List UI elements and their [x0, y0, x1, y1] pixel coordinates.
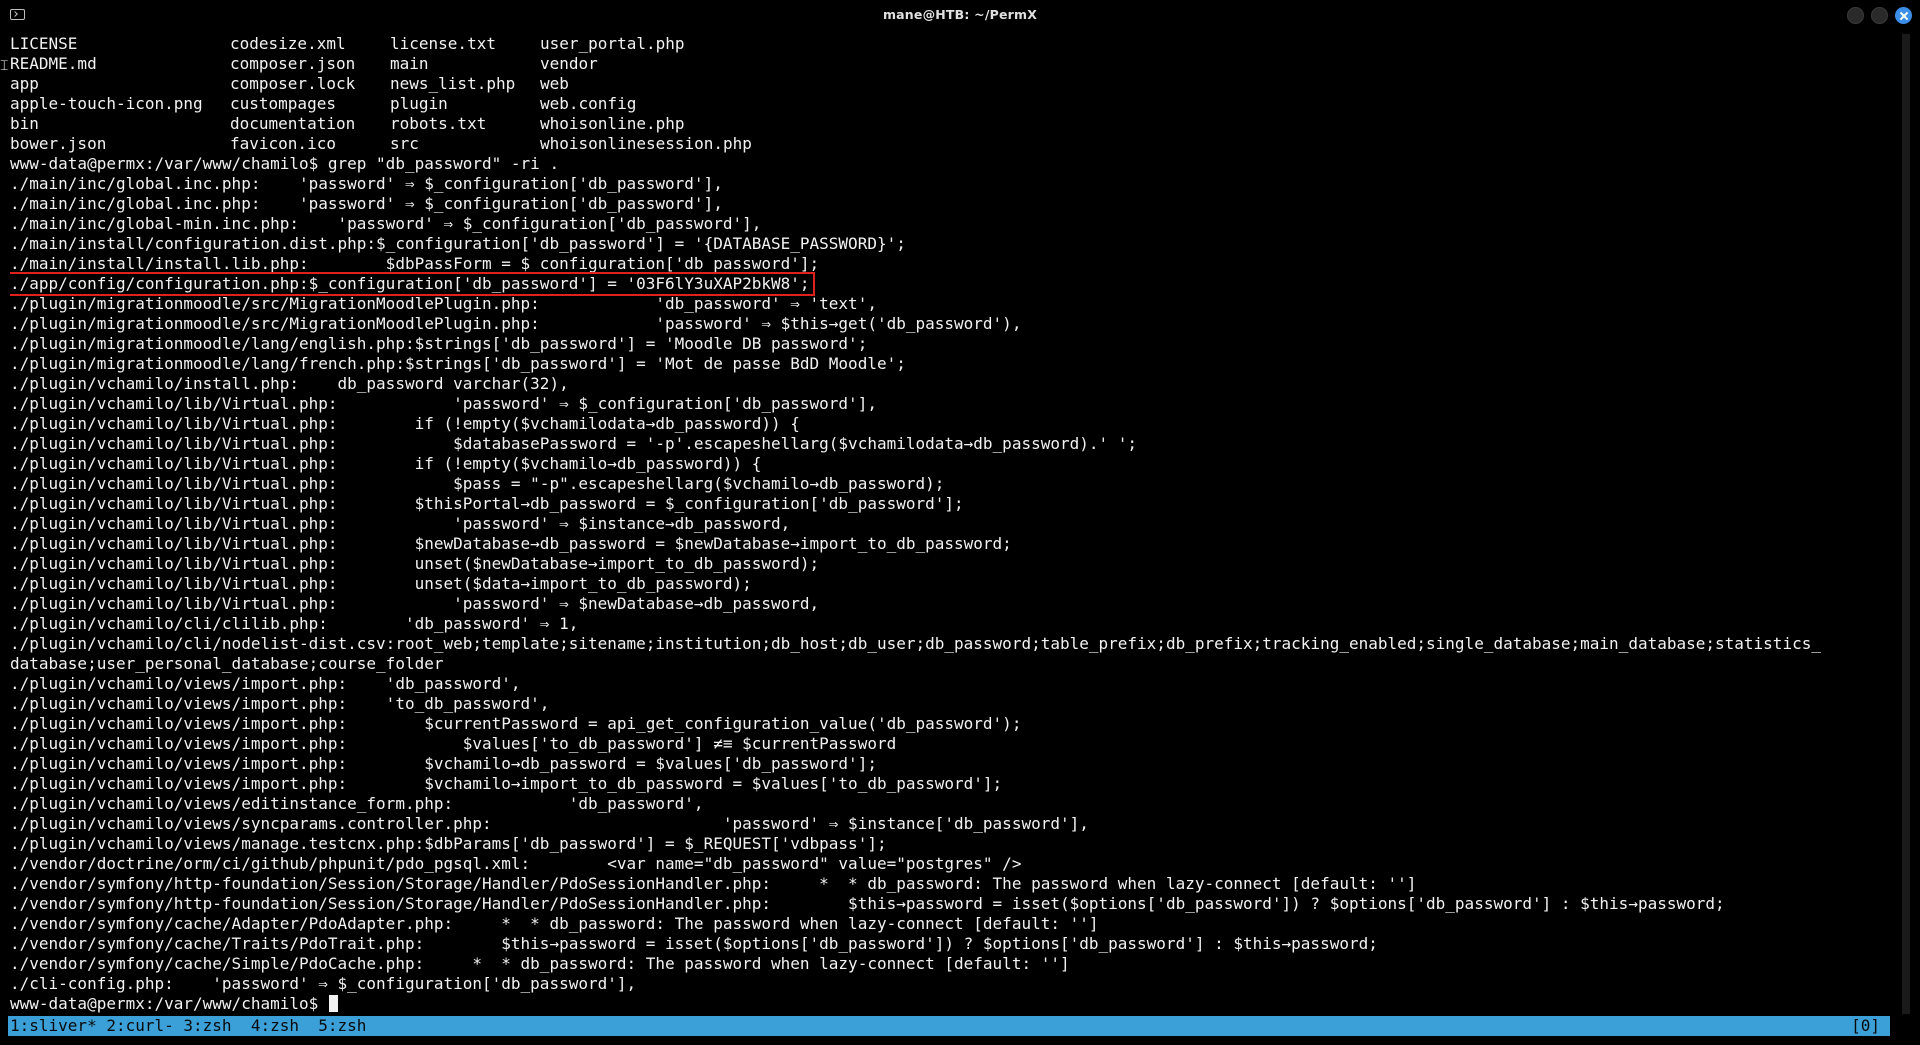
ls-entry: bin [10, 114, 39, 133]
grep-result-line: ./plugin/migrationmoodle/src/MigrationMo… [10, 314, 1022, 333]
ls-entry: LICENSE [10, 34, 78, 53]
grep-result-line: ./plugin/vchamilo/lib/Virtual.php: $this… [10, 494, 964, 513]
grep-result-line: ./plugin/vchamilo/views/import.php: 'to_… [10, 694, 550, 713]
ls-entry: composer.lock [230, 74, 356, 93]
terminal-window: mane@HTB: ~/PermX LICENSE codesize.xml lic… [0, 0, 1920, 1045]
scrollbar[interactable] [1902, 34, 1910, 1014]
close-button[interactable] [1895, 7, 1912, 24]
grep-result-line: ./main/inc/global.inc.php: 'password' ⇒ … [10, 194, 723, 213]
grep-result-line: ./vendor/symfony/http-foundation/Session… [10, 874, 1417, 893]
ls-row: apple-touch-icon.png custompages plugin web… [10, 94, 1890, 114]
grep-result-line: ./plugin/vchamilo/lib/Virtual.php: $data… [10, 434, 1138, 453]
ls-entry: whoisonlinesession.php [540, 134, 752, 153]
mouse-cursor-icon: ⌶ [0, 58, 9, 74]
window-title: mane@HTB: ~/PermX [882, 7, 1038, 22]
maximize-button[interactable] [1871, 7, 1888, 24]
ls-entry: license.txt [390, 34, 496, 53]
highlighted-result-line: ./app/config/configuration.php:$_configu… [10, 272, 1890, 296]
text-cursor [328, 995, 338, 1012]
grep-result-line: ./vendor/doctrine/orm/ci/github/phpunit/… [10, 854, 1022, 873]
ls-entry: robots.txt [390, 114, 487, 133]
ls-entry: app [10, 74, 39, 93]
tmux-status-bar[interactable]: 1:sliver* 2:curl- 3:zsh 4:zsh 5:zsh [0] [8, 1016, 1890, 1036]
grep-result-line: ./cli-config.php: 'password' ⇒ $_configu… [10, 974, 637, 993]
ls-entry: favicon.ico [230, 134, 336, 153]
ls-entry: user_portal.php [540, 34, 685, 53]
grep-result-line: ./plugin/vchamilo/lib/Virtual.php: if (!… [10, 414, 800, 433]
ls-row: bower.json favicon.ico src whoisonlinesessi… [10, 134, 1890, 154]
grep-result-line: ./vendor/symfony/http-foundation/Session… [10, 894, 1725, 913]
ls-entry: plugin [390, 94, 448, 113]
ls-entry: custompages [230, 94, 336, 113]
ls-output: LICENSE codesize.xml license.txt user_porta… [10, 34, 1890, 154]
password-highlight-box: ./app/config/configuration.php:$_configu… [10, 272, 815, 296]
tmux-window-list[interactable]: 1:sliver* 2:curl- 3:zsh 4:zsh 5:zsh [10, 1016, 366, 1036]
grep-result-line: ./plugin/vchamilo/views/import.php: $val… [10, 734, 897, 753]
ls-entry: web.config [540, 94, 637, 113]
grep-result-line: ./main/install/install.lib.php: $dbPassF… [10, 254, 820, 273]
grep-result-line: ./plugin/migrationmoodle/src/MigrationMo… [10, 294, 877, 313]
ls-entry: codesize.xml [230, 34, 346, 53]
tmux-pane-index: [0] [1851, 1016, 1880, 1035]
grep-result-line: ./plugin/vchamilo/views/import.php: $cur… [10, 714, 1022, 733]
ls-entry: vendor [540, 54, 598, 73]
grep-result-line: ./plugin/vchamilo/lib/Virtual.php: unset… [10, 574, 752, 593]
ls-entry: web [540, 74, 569, 93]
ls-entry: news_list.php [390, 74, 516, 93]
grep-result-line: ./plugin/vchamilo/views/import.php: 'db_… [10, 674, 521, 693]
grep-result-line: ./plugin/vchamilo/cli/clilib.php: 'db_pa… [10, 614, 579, 633]
grep-results-after: ./plugin/migrationmoodle/src/MigrationMo… [10, 294, 1890, 994]
ls-entry: composer.json [230, 54, 356, 73]
ls-entry: bower.json [10, 134, 107, 153]
grep-result-line: ./main/inc/global.inc.php: 'password' ⇒ … [10, 174, 723, 193]
grep-result-line: ./plugin/vchamilo/lib/Virtual.php: $newD… [10, 534, 1012, 553]
grep-result-line: ./vendor/symfony/cache/Traits/PdoTrait.p… [10, 934, 1378, 953]
ls-row: README.md composer.json main vendor [10, 54, 1890, 74]
grep-result-line: ./plugin/vchamilo/views/editinstance_for… [10, 794, 704, 813]
grep-result-line: ./plugin/vchamilo/lib/Virtual.php: 'pass… [10, 394, 877, 413]
ls-entry: main [390, 54, 429, 73]
grep-results-before: ./main/inc/global.inc.php: 'password' ⇒ … [10, 174, 1890, 274]
grep-result-line: ./plugin/vchamilo/views/manage.testcnx.p… [10, 834, 887, 853]
ls-row: LICENSE codesize.xml license.txt user_porta… [10, 34, 1890, 54]
ls-row: bin documentation robots.txt whoisonline.ph… [10, 114, 1890, 134]
grep-result-line: ./plugin/vchamilo/lib/Virtual.php: unset… [10, 554, 820, 573]
grep-result-line: ./plugin/vchamilo/install.php: db_passwo… [10, 374, 569, 393]
grep-result-line: ./plugin/vchamilo/views/syncparams.contr… [10, 814, 1089, 833]
grep-result-line: ./plugin/vchamilo/cli/nodelist-dist.csv:… [10, 634, 1821, 653]
terminal-output[interactable]: LICENSE codesize.xml license.txt user_porta… [10, 34, 1890, 1014]
grep-result-line: ./vendor/symfony/cache/Adapter/PdoAdapte… [10, 914, 1099, 933]
grep-result-line: ./vendor/symfony/cache/Simple/PdoCache.p… [10, 954, 1070, 973]
ls-entry: src [390, 134, 419, 153]
grep-result-line: ./plugin/migrationmoodle/lang/english.ph… [10, 334, 868, 353]
ls-entry: README.md [10, 54, 97, 73]
grep-result-line: ./plugin/vchamilo/views/import.php: $vch… [10, 774, 1003, 793]
ls-row: app composer.lock news_list.php web [10, 74, 1890, 94]
grep-result-line: ./plugin/vchamilo/lib/Virtual.php: 'pass… [10, 514, 791, 533]
grep-result-line: ./plugin/vchamilo/lib/Virtual.php: if (!… [10, 454, 762, 473]
grep-result-line: ./plugin/vchamilo/lib/Virtual.php: 'pass… [10, 594, 820, 613]
grep-result-line: ./main/install/configuration.dist.php:$_… [10, 234, 906, 253]
grep-result-line: ./plugin/vchamilo/views/import.php: $vch… [10, 754, 877, 773]
final-prompt: www-data@permx:/var/www/chamilo$ [10, 994, 328, 1013]
title-bar[interactable]: mane@HTB: ~/PermX [0, 0, 1920, 31]
grep-result-line: ./main/inc/global-min.inc.php: 'password… [10, 214, 762, 233]
minimize-button[interactable] [1847, 7, 1864, 24]
grep-result-line: ./plugin/vchamilo/lib/Virtual.php: $pass… [10, 474, 945, 493]
grep-result-line: database;user_personal_database;course_f… [10, 654, 444, 673]
grep-result-line: ./plugin/migrationmoodle/lang/french.php… [10, 354, 906, 373]
ls-entry: apple-touch-icon.png [10, 94, 203, 113]
prompt-line: www-data@permx:/var/www/chamilo$ grep "d… [10, 154, 560, 173]
ls-entry: whoisonline.php [540, 114, 685, 133]
final-prompt-line[interactable]: www-data@permx:/var/www/chamilo$ [10, 994, 1890, 1014]
ls-entry: documentation [230, 114, 356, 133]
